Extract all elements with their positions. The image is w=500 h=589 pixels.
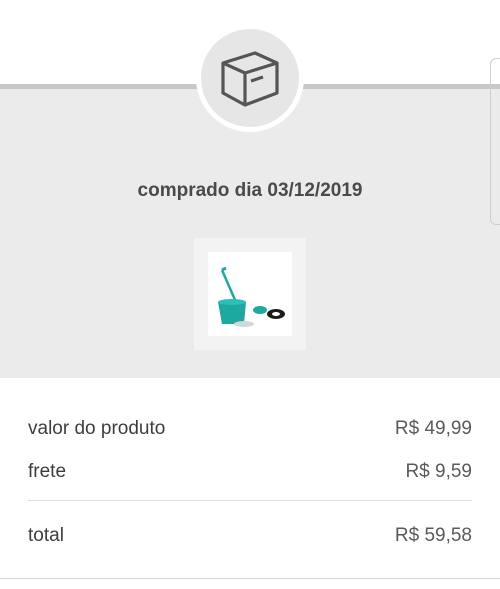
purchase-date: comprado dia 03/12/2019	[137, 180, 363, 201]
shipping-amount: R$ 9,59	[405, 461, 472, 482]
product-value-amount: R$ 49,99	[394, 418, 472, 439]
summary-divider	[28, 500, 472, 501]
order-box-badge	[196, 24, 304, 132]
bottom-divider	[0, 578, 500, 579]
product-thumbnail[interactable]	[194, 238, 306, 350]
product-value-label: valor do produto	[28, 418, 166, 439]
total-label: total	[28, 525, 64, 546]
total-amount: R$ 59,58	[394, 525, 472, 546]
total-row: total R$ 59,58	[28, 525, 472, 547]
product-value-row: valor do produto R$ 49,99	[28, 418, 472, 440]
shipping-label: frete	[28, 461, 67, 482]
shipping-row: frete R$ 9,59	[28, 461, 472, 483]
box-icon	[221, 51, 279, 107]
product-image	[208, 252, 292, 336]
